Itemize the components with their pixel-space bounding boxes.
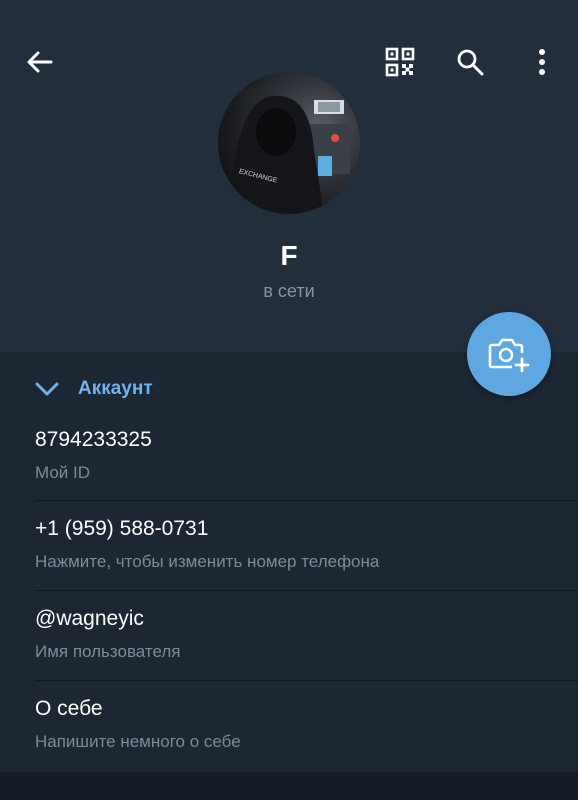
bio-label: Напишите немного о себе: [35, 732, 241, 751]
section-separator: [0, 772, 578, 800]
qr-code-icon: [385, 47, 415, 77]
user-id-row[interactable]: 8794233325 Мой ID: [35, 428, 578, 483]
username-label: Имя пользователя: [35, 642, 181, 661]
account-section-header[interactable]: Аккаунт: [34, 378, 153, 400]
user-id-label: Мой ID: [35, 463, 91, 482]
more-options-button[interactable]: [518, 38, 566, 86]
bio-row[interactable]: О себе Напишите немного о себе: [35, 697, 578, 752]
bio-value: О себе: [35, 697, 103, 720]
search-icon: [457, 49, 484, 76]
phone-value: +1 (959) 588-0731: [35, 517, 209, 540]
profile-avatar[interactable]: EXCHANGE: [218, 72, 360, 214]
online-status: в сети: [263, 281, 315, 301]
profile-name: F: [280, 240, 298, 271]
back-button[interactable]: [16, 38, 64, 86]
divider: [35, 500, 578, 501]
divider: [35, 680, 578, 681]
search-button[interactable]: [446, 38, 494, 86]
arrow-left-icon: [27, 51, 53, 73]
phone-label: Нажмите, чтобы изменить номер телефона: [35, 552, 380, 571]
qr-code-button[interactable]: [376, 38, 424, 86]
more-vertical-icon: [539, 49, 545, 75]
avatar-photo: EXCHANGE: [218, 72, 360, 214]
divider: [35, 590, 578, 591]
username-value: @wagneyic: [35, 607, 144, 630]
phone-row[interactable]: +1 (959) 588-0731 Нажмите, чтобы изменит…: [35, 517, 578, 572]
username-row[interactable]: @wagneyic Имя пользователя: [35, 607, 578, 662]
section-title: Аккаунт: [78, 378, 153, 399]
user-id-value: 8794233325: [35, 428, 152, 451]
chevron-down-icon: [35, 382, 59, 396]
